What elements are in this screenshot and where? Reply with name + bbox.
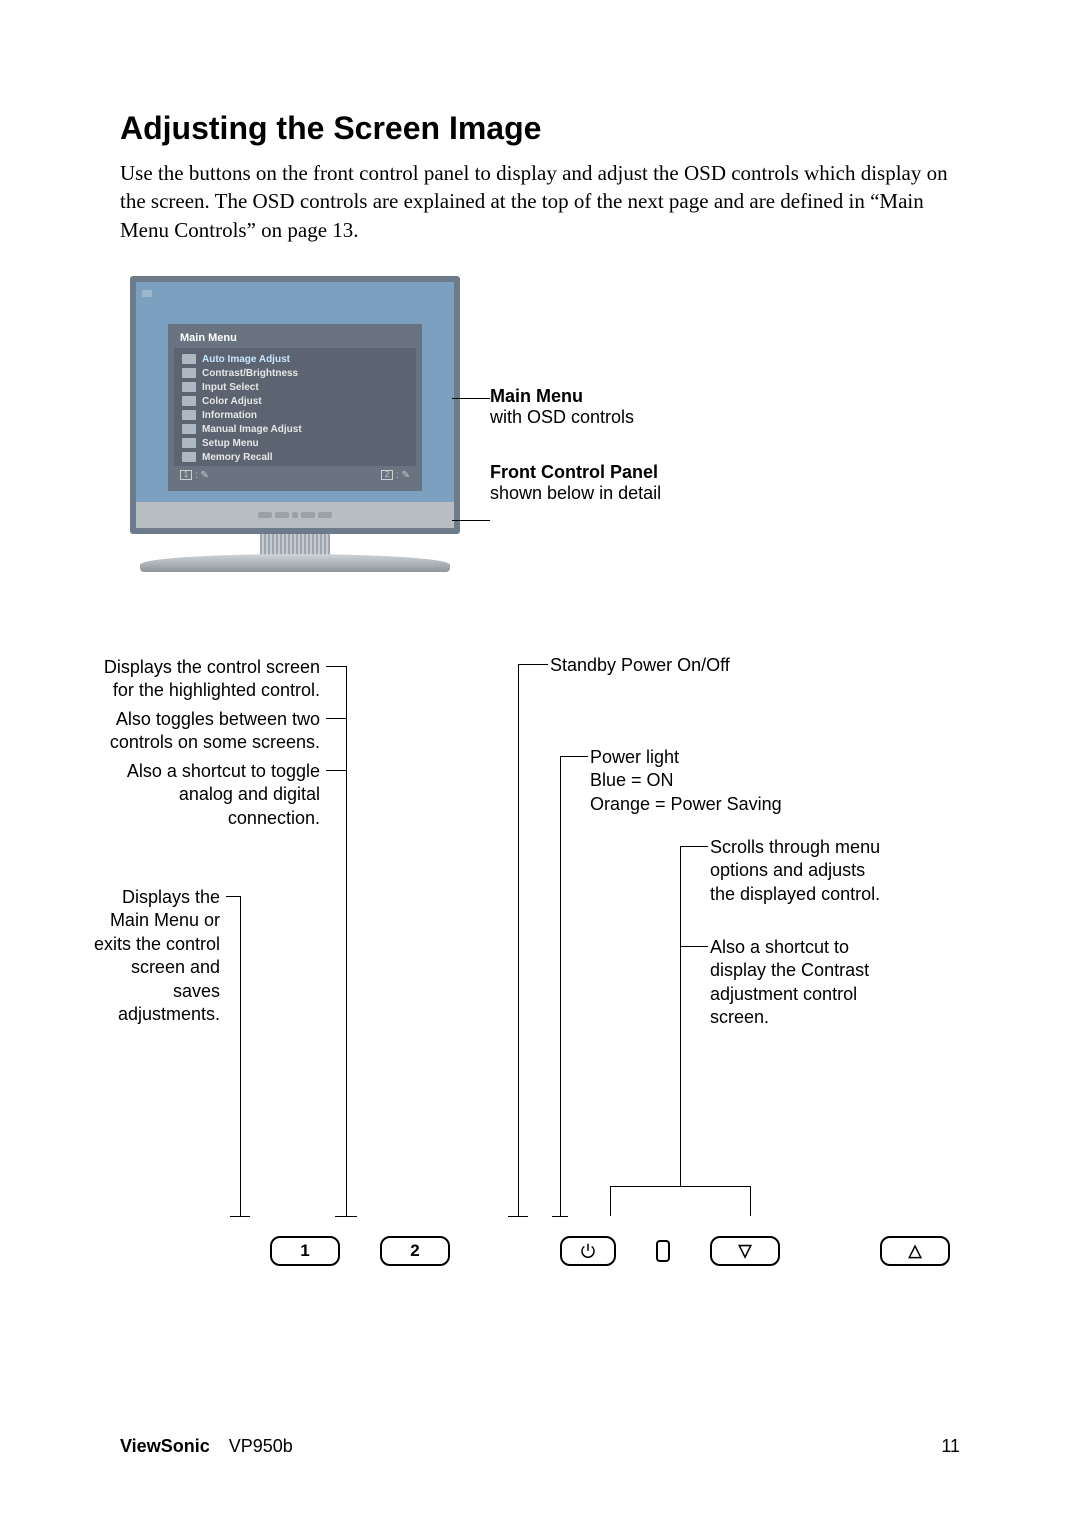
label-main-menu-sub: with OSD controls — [490, 407, 661, 428]
osd-item: Color Adjust — [180, 394, 410, 408]
callout-power-light-line: Blue = ON — [590, 769, 850, 792]
panel-button-up[interactable]: △ — [880, 1236, 950, 1266]
monitor-stand-neck — [260, 534, 330, 556]
footer-brand: ViewSonic — [120, 1436, 210, 1456]
control-panel-diagram: Displays the control screen for the high… — [120, 646, 960, 1266]
leader-line — [452, 520, 490, 521]
callout-standby-power: Standby Power On/Off — [550, 654, 750, 677]
osd-item: Input Select — [180, 380, 410, 394]
monitor-illustration: Main Menu Auto Image Adjust Contrast/Bri… — [120, 276, 960, 606]
footer-page-number: 11 — [941, 1436, 960, 1457]
callout-power-light: Power light Blue = ON Orange = Power Sav… — [590, 746, 850, 816]
footer-model: VP950b — [229, 1436, 293, 1456]
panel-power-led — [656, 1240, 670, 1262]
osd-foot-left: 1: ✎ — [180, 470, 209, 481]
page-heading: Adjusting the Screen Image — [120, 110, 960, 147]
osd-item: Memory Recall — [180, 450, 410, 464]
callout-power-light-line: Power light — [590, 746, 850, 769]
panel-button-2[interactable]: 2 — [380, 1236, 450, 1266]
osd-item: Manual Image Adjust — [180, 422, 410, 436]
label-main-menu-title: Main Menu — [490, 386, 661, 407]
intro-paragraph: Use the buttons on the front control pan… — [120, 159, 960, 244]
callout-power-light-line: Orange = Power Saving — [590, 793, 850, 816]
label-front-panel-title: Front Control Panel — [490, 462, 661, 483]
callout-displays-main-menu: Displays the Main Menu or exits the cont… — [90, 886, 220, 1026]
osd-item: Information — [180, 408, 410, 422]
panel-button-power[interactable] — [560, 1236, 616, 1266]
callout-contrast-shortcut: Also a shortcut to display the Contrast … — [710, 936, 890, 1030]
panel-button-down[interactable]: ▽ — [710, 1236, 780, 1266]
osd-window: Main Menu Auto Image Adjust Contrast/Bri… — [168, 324, 422, 491]
monitor-chin — [136, 502, 454, 528]
callout-shortcut-toggle-analog-digital: Also a shortcut to toggle analog and dig… — [100, 760, 320, 830]
callout-scrolls-menu: Scrolls through menu options and adjusts… — [710, 836, 890, 906]
panel-button-1[interactable]: 1 — [270, 1236, 340, 1266]
osd-foot-right: 2: ✎ — [381, 470, 410, 481]
corner-icon — [142, 290, 152, 297]
label-front-panel-sub: shown below in detail — [490, 483, 661, 504]
osd-item: Setup Menu — [180, 436, 410, 450]
leader-line — [452, 398, 490, 399]
callout-toggles-controls: Also toggles between two controls on som… — [100, 708, 320, 755]
osd-title: Main Menu — [174, 330, 416, 348]
osd-item: Auto Image Adjust — [180, 352, 410, 366]
power-icon — [579, 1242, 597, 1260]
osd-item: Contrast/Brightness — [180, 366, 410, 380]
monitor-stand-base — [140, 554, 450, 572]
callout-displays-control-screen: Displays the control screen for the high… — [100, 656, 320, 703]
